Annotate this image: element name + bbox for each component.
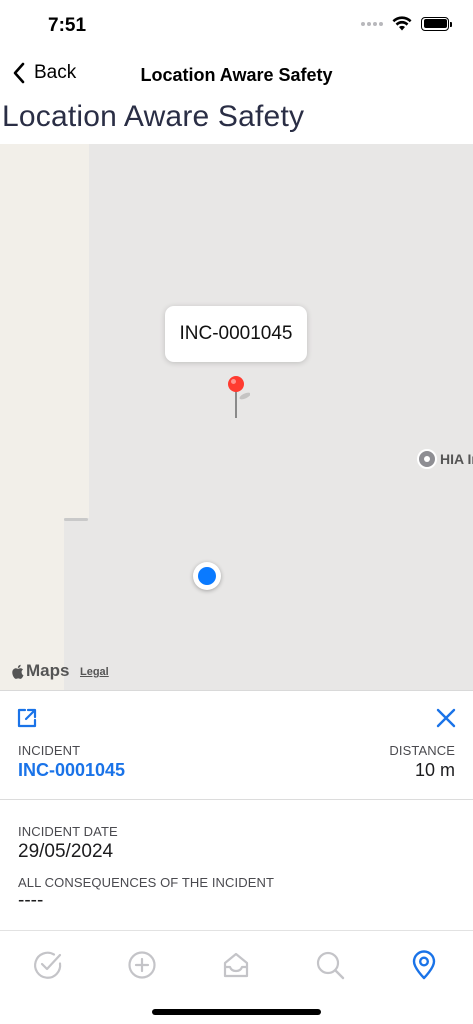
maps-brand-label: Maps (26, 661, 70, 680)
consequences-value: ---- (18, 890, 44, 911)
distance-value: 10 m (414, 760, 455, 780)
status-icons (361, 16, 452, 31)
legal-link[interactable]: Legal (80, 666, 109, 678)
distance-label: DISTANCE (389, 743, 455, 758)
map-view[interactable]: INC-0001045 HIA In Maps Legal (0, 144, 473, 690)
tab-create[interactable] (122, 945, 162, 985)
incident-number-link[interactable]: INC-0001045 (18, 760, 125, 781)
navigation-bar: Back Location Aware Safety (0, 52, 473, 100)
incident-pin-icon[interactable] (224, 374, 250, 420)
search-icon (316, 951, 345, 980)
nav-title: Location Aware Safety (140, 65, 333, 85)
cellular-signal-icon (361, 21, 383, 26)
status-time: 7:51 (48, 15, 87, 36)
callout-label: INC-0001045 (179, 323, 293, 344)
open-external-icon[interactable] (16, 707, 38, 729)
page-title: Location Aware Safety (2, 100, 305, 133)
maps-logo: Maps (12, 661, 69, 681)
location-pin-icon (412, 950, 436, 980)
map-land-area (0, 144, 89, 518)
incident-label: INCIDENT (18, 743, 81, 758)
tab-tasks[interactable] (28, 945, 68, 985)
user-location-marker (193, 562, 221, 590)
poi-marker-icon (417, 449, 437, 469)
apple-logo-icon (12, 664, 24, 679)
status-bar: 7:51 (0, 0, 473, 52)
divider (0, 799, 473, 800)
map-poi[interactable]: HIA In (417, 449, 473, 469)
inbox-icon (223, 952, 249, 978)
poi-label: HIA In (440, 451, 473, 467)
check-circle-icon (34, 951, 62, 979)
consequences-label: ALL CONSEQUENCES OF THE INCIDENT (18, 875, 275, 890)
wifi-icon (392, 16, 412, 31)
close-icon[interactable] (435, 707, 457, 729)
incident-callout[interactable]: INC-0001045 (165, 306, 307, 362)
home-indicator[interactable] (152, 1009, 321, 1015)
tab-search[interactable] (310, 945, 350, 985)
incident-date-label: INCIDENT DATE (18, 824, 118, 839)
incident-date-value: 29/05/2024 (18, 841, 114, 862)
incident-detail-panel: INCIDENT INC-0001045 DISTANCE 10 m INCID… (0, 690, 473, 930)
plus-circle-icon (128, 951, 156, 979)
tab-inbox[interactable] (216, 945, 256, 985)
map-road (64, 518, 88, 521)
tab-location[interactable] (404, 945, 444, 985)
battery-icon (421, 16, 452, 31)
